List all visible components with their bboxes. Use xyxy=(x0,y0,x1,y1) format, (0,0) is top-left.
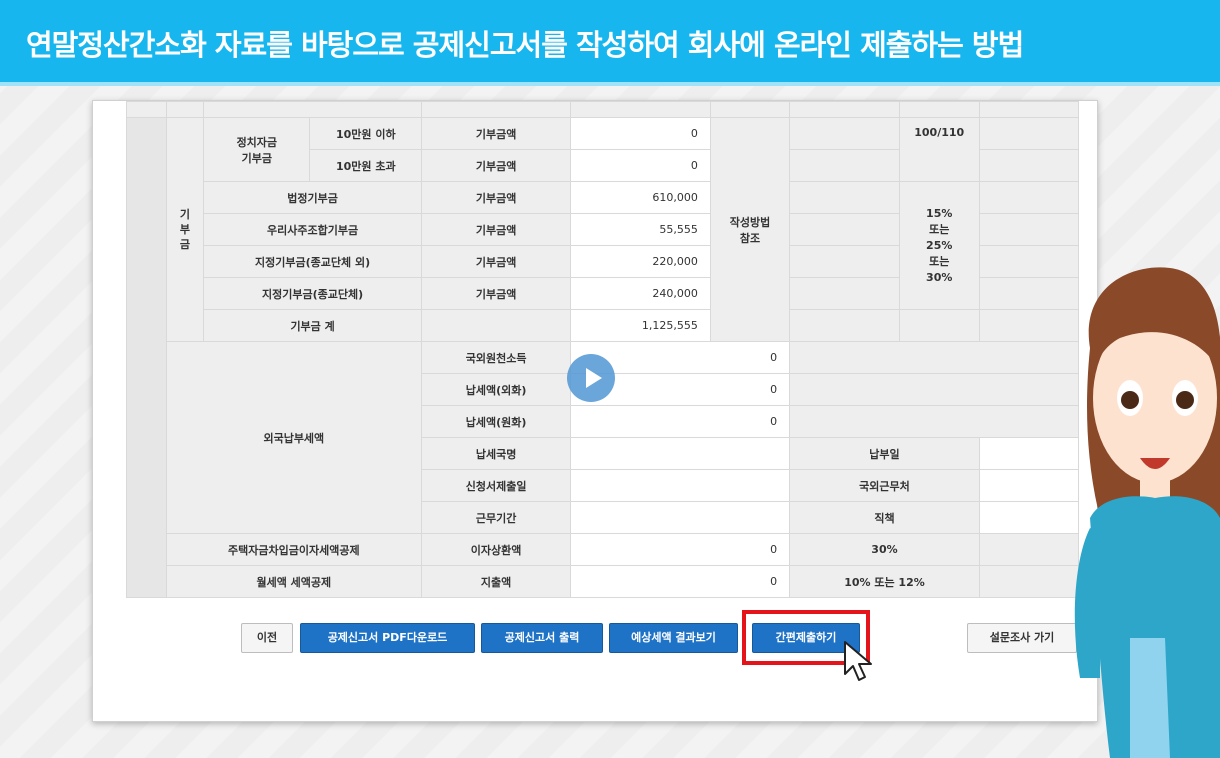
row-type: 기부금액 xyxy=(421,277,572,310)
donation-amount[interactable]: 0 xyxy=(570,149,711,182)
row-type: 국외원천소득 xyxy=(421,341,572,374)
row-type: 근무기간 xyxy=(421,501,572,534)
rate-donation: 15% 또는 25% 또는 30% xyxy=(898,181,980,310)
video-frame: 연말정산간소화 자료를 바탕으로 공제신고서를 작성하여 회사에 온라인 제출하… xyxy=(0,0,1220,758)
row-type: 기부금액 xyxy=(421,181,572,214)
work-period-field[interactable] xyxy=(570,501,791,534)
political-fund-label: 정치자금 기부금 xyxy=(203,117,311,182)
row-type: 기부금액 xyxy=(421,149,572,182)
payment-date-label: 납부일 xyxy=(789,437,980,470)
donation-group-label: 기 부 금 xyxy=(165,117,205,342)
donation-amount[interactable]: 55,555 xyxy=(570,213,711,246)
overseas-workplace-label: 국외근무처 xyxy=(789,469,980,502)
foreign-tax-krw-field[interactable]: 0 xyxy=(570,405,791,438)
row-type: 기부금액 xyxy=(421,117,572,150)
method-note: 작성방법 참조 xyxy=(709,117,791,342)
table-row: 주택자금차입금이자세액공제 이자상환액 0 30% xyxy=(127,533,1080,566)
rent-deduction-label: 월세액 세액공제 xyxy=(165,565,423,598)
row-name: 10만원 이하 xyxy=(309,117,423,150)
rent-rate: 10% 또는 12% xyxy=(789,565,980,598)
application-date-field[interactable] xyxy=(570,469,791,502)
housing-deduction-label: 주택자금차입금이자세액공제 xyxy=(165,533,423,566)
pdf-download-button[interactable]: 공제신고서 PDF다운로드 xyxy=(300,623,475,653)
row-name: 10만원 초과 xyxy=(309,149,423,182)
tax-country-field[interactable] xyxy=(570,437,791,470)
donation-total: 1,125,555 xyxy=(570,309,711,342)
position-label: 직책 xyxy=(789,501,980,534)
row-name: 지정기부금(종교단체 외) xyxy=(203,245,423,278)
row-name: 지정기부금(종교단체) xyxy=(203,277,423,310)
cursor-icon xyxy=(844,641,872,681)
table-row: 기부금 계 1,125,555 xyxy=(127,309,1080,342)
row-name: 우리사주조합기부금 xyxy=(203,213,423,246)
row-type: 신청서제출일 xyxy=(421,469,572,502)
title-banner: 연말정산간소화 자료를 바탕으로 공제신고서를 작성하여 회사에 온라인 제출하… xyxy=(0,0,1220,86)
row-type: 납세액(외화) xyxy=(421,373,572,406)
expected-tax-button[interactable]: 예상세액 결과보기 xyxy=(609,623,738,653)
deduction-form-panel: 기 부 금 정치자금 기부금 10만원 이하 기부금액 0 작성방법 참조 10… xyxy=(92,100,1098,722)
deduction-table: 기 부 금 정치자금 기부금 10만원 이하 기부금액 0 작성방법 참조 10… xyxy=(126,101,1080,598)
table-row: 법정기부금 기부금액 610,000 15% 또는 25% 또는 30% xyxy=(127,181,1080,310)
table-row: 월세액 세액공제 지출액 0 10% 또는 12% xyxy=(127,565,1080,598)
donation-amount[interactable]: 220,000 xyxy=(570,245,711,278)
prev-button[interactable]: 이전 xyxy=(241,623,293,653)
row-type: 기부금액 xyxy=(421,213,572,246)
row-type: 납세액(원화) xyxy=(421,405,572,438)
rate-political: 100/110 xyxy=(898,117,980,182)
donation-amount[interactable]: 0 xyxy=(570,117,711,150)
donation-amount[interactable]: 610,000 xyxy=(570,181,711,214)
banner-title: 연말정산간소화 자료를 바탕으로 공제신고서를 작성하여 회사에 온라인 제출하… xyxy=(26,28,1024,62)
table-row: 기 부 금 정치자금 기부금 10만원 이하 기부금액 0 작성방법 참조 10… xyxy=(126,117,1080,598)
housing-rate: 30% xyxy=(789,533,980,566)
row-type: 기부금액 xyxy=(421,245,572,278)
donation-amount[interactable]: 240,000 xyxy=(570,277,711,310)
print-button[interactable]: 공제신고서 출력 xyxy=(481,623,603,653)
presenter-character xyxy=(1074,267,1220,758)
row-type: 이자상환액 xyxy=(421,533,572,566)
action-bar: 이전 공제신고서 PDF다운로드 공제신고서 출력 예상세액 결과보기 간편제출… xyxy=(93,623,1099,663)
row-name: 법정기부금 xyxy=(203,181,423,214)
rent-expense-field[interactable]: 0 xyxy=(570,565,791,598)
row-type xyxy=(421,309,572,342)
row-name: 기부금 계 xyxy=(203,309,423,342)
play-icon[interactable] xyxy=(567,354,615,402)
row-type: 납세국명 xyxy=(421,437,572,470)
housing-interest-field[interactable]: 0 xyxy=(570,533,791,566)
foreign-tax-label: 외국납부세액 xyxy=(165,341,423,534)
row-type: 지출액 xyxy=(421,565,572,598)
